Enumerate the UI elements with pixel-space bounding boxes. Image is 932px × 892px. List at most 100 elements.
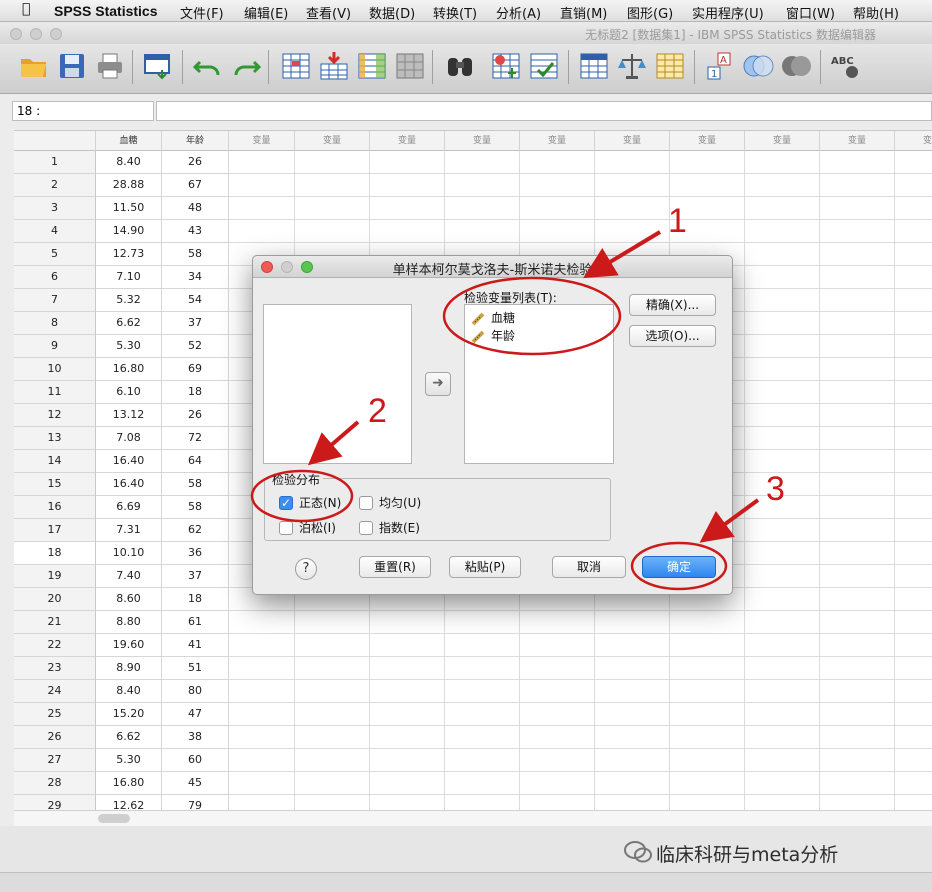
age-cell[interactable]: 80 — [162, 680, 229, 703]
glucose-cell[interactable]: 8.90 — [96, 657, 162, 680]
menu-edit[interactable]: 编辑(E) — [244, 3, 288, 22]
test-variable-list[interactable]: 血糖 年龄 — [464, 304, 614, 464]
ok-button[interactable]: 确定 — [642, 556, 716, 578]
glucose-cell[interactable]: 13.12 — [96, 404, 162, 427]
age-cell[interactable]: 52 — [162, 335, 229, 358]
menu-analyze[interactable]: 分析(A) — [496, 3, 541, 22]
go-to-case-icon[interactable] — [280, 50, 312, 82]
help-button[interactable]: ? — [295, 558, 317, 580]
row-number[interactable]: 25 — [14, 703, 96, 726]
row-number[interactable]: 16 — [14, 496, 96, 519]
age-cell[interactable]: 18 — [162, 381, 229, 404]
row-number[interactable]: 28 — [14, 772, 96, 795]
row-number[interactable]: 2 — [14, 174, 96, 197]
row-number[interactable]: 21 — [14, 611, 96, 634]
menu-help[interactable]: 帮助(H) — [853, 3, 899, 22]
list-item[interactable]: 年龄 — [471, 327, 515, 345]
normal-checkbox[interactable]: ✓ 正态(N) — [279, 494, 341, 510]
age-cell[interactable]: 37 — [162, 312, 229, 335]
menu-view[interactable]: 查看(V) — [306, 3, 351, 22]
age-cell[interactable]: 41 — [162, 634, 229, 657]
age-cell[interactable]: 26 — [162, 404, 229, 427]
age-cell[interactable]: 47 — [162, 703, 229, 726]
glucose-cell[interactable]: 6.69 — [96, 496, 162, 519]
age-cell[interactable]: 72 — [162, 427, 229, 450]
row-number[interactable]: 24 — [14, 680, 96, 703]
row-number[interactable]: 3 — [14, 197, 96, 220]
age-cell[interactable]: 79 — [162, 795, 229, 810]
glucose-cell[interactable]: 28.88 — [96, 174, 162, 197]
empty-variable-header[interactable]: 变量 — [370, 131, 445, 151]
glucose-cell[interactable]: 5.32 — [96, 289, 162, 312]
close-window-button[interactable] — [10, 28, 22, 40]
glucose-cell[interactable]: 7.40 — [96, 565, 162, 588]
age-cell[interactable]: 60 — [162, 749, 229, 772]
glucose-cell[interactable]: 14.90 — [96, 220, 162, 243]
row-number[interactable]: 15 — [14, 473, 96, 496]
age-cell[interactable]: 58 — [162, 473, 229, 496]
glucose-cell[interactable]: 6.62 — [96, 726, 162, 749]
glucose-cell[interactable]: 12.62 — [96, 795, 162, 810]
glucose-cell[interactable]: 8.40 — [96, 680, 162, 703]
row-number[interactable]: 1 — [14, 151, 96, 174]
use-sets-icon[interactable] — [742, 50, 774, 82]
menu-utilities[interactable]: 实用程序(U) — [692, 3, 764, 22]
age-cell[interactable]: 69 — [162, 358, 229, 381]
glucose-cell[interactable]: 16.40 — [96, 473, 162, 496]
glucose-cell[interactable]: 11.50 — [96, 197, 162, 220]
options-button[interactable]: 选项(O)... — [629, 325, 716, 347]
select-cases-icon[interactable] — [654, 50, 686, 82]
age-cell[interactable]: 34 — [162, 266, 229, 289]
row-number[interactable]: 4 — [14, 220, 96, 243]
age-cell[interactable]: 48 — [162, 197, 229, 220]
value-labels-icon[interactable]: A1 — [704, 50, 736, 82]
row-number[interactable]: 5 — [14, 243, 96, 266]
column-header[interactable]: 年龄 — [162, 131, 229, 151]
empty-variable-header[interactable]: 变量 — [895, 131, 932, 151]
glucose-cell[interactable]: 10.10 — [96, 542, 162, 565]
glucose-cell[interactable]: 12.73 — [96, 243, 162, 266]
reset-button[interactable]: 重置(R) — [359, 556, 431, 578]
age-cell[interactable]: 64 — [162, 450, 229, 473]
uniform-checkbox[interactable]: 均匀(U) — [359, 494, 421, 510]
row-number[interactable]: 17 — [14, 519, 96, 542]
menu-window[interactable]: 窗口(W) — [786, 3, 835, 22]
age-cell[interactable]: 58 — [162, 496, 229, 519]
glucose-cell[interactable]: 7.10 — [96, 266, 162, 289]
menu-direct-marketing[interactable]: 直销(M) — [560, 3, 607, 22]
list-item[interactable]: 血糖 — [471, 309, 515, 327]
weight-cases-icon[interactable] — [616, 50, 648, 82]
row-number[interactable]: 13 — [14, 427, 96, 450]
glucose-cell[interactable]: 16.40 — [96, 450, 162, 473]
glucose-cell[interactable]: 19.60 — [96, 634, 162, 657]
menu-graphs[interactable]: 图形(G) — [627, 3, 673, 22]
row-number[interactable]: 14 — [14, 450, 96, 473]
age-cell[interactable]: 62 — [162, 519, 229, 542]
cell-reference-field[interactable]: 18 : — [12, 101, 154, 121]
row-number[interactable]: 6 — [14, 266, 96, 289]
empty-variable-header[interactable]: 变量 — [670, 131, 745, 151]
age-cell[interactable]: 26 — [162, 151, 229, 174]
glucose-cell[interactable]: 6.62 — [96, 312, 162, 335]
undo-icon[interactable] — [192, 50, 224, 82]
empty-variable-header[interactable]: 变量 — [445, 131, 520, 151]
row-number[interactable]: 19 — [14, 565, 96, 588]
glucose-cell[interactable]: 16.80 — [96, 772, 162, 795]
row-number[interactable]: 9 — [14, 335, 96, 358]
glucose-cell[interactable]: 7.31 — [96, 519, 162, 542]
age-cell[interactable]: 58 — [162, 243, 229, 266]
age-cell[interactable]: 67 — [162, 174, 229, 197]
show-all-variables-icon[interactable] — [780, 50, 812, 82]
app-menu[interactable]: SPSS Statistics — [54, 3, 158, 19]
open-folder-icon[interactable] — [18, 50, 50, 82]
glucose-cell[interactable]: 6.10 — [96, 381, 162, 404]
glucose-cell[interactable]: 15.20 — [96, 703, 162, 726]
glucose-cell[interactable]: 16.80 — [96, 358, 162, 381]
column-header[interactable]: 血糖 — [96, 131, 162, 151]
save-icon[interactable] — [56, 50, 88, 82]
menu-data[interactable]: 数据(D) — [369, 3, 415, 22]
exact-button[interactable]: 精确(X)... — [629, 294, 716, 316]
spell-check-icon[interactable]: ABC — [830, 50, 862, 82]
zoom-window-button[interactable] — [50, 28, 62, 40]
glucose-cell[interactable]: 5.30 — [96, 749, 162, 772]
